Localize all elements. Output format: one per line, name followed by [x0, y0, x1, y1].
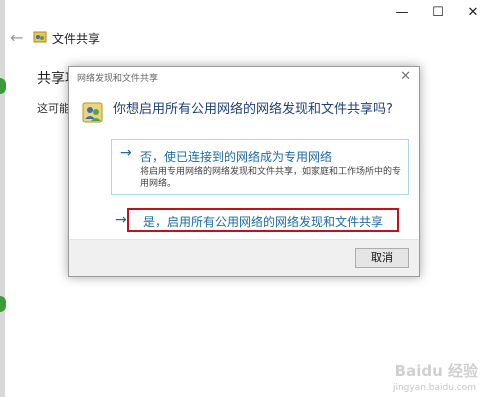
left-edge-marker	[0, 296, 6, 312]
arrow-right-icon: →	[120, 145, 132, 161]
private-network-option[interactable]: → 否，使已连接到的网络成为专用网络 将启用专用网络的网络发现和文件共享，如家庭…	[111, 139, 409, 195]
background-heading: 共享项	[37, 71, 69, 87]
close-icon[interactable]: ✕	[400, 69, 411, 84]
enable-public-sharing-option[interactable]: 是，启用所有公用网络的网络发现和文件共享	[127, 208, 399, 232]
watermark: Baidu 经验	[394, 362, 478, 380]
background-text: 这可能是	[37, 102, 69, 115]
network-discovery-dialog: 网络发现和文件共享 ✕ 你想启用所有公用网络的网络发现和文件共享吗? → 否，使…	[68, 66, 420, 277]
dialog-footer: 取消	[69, 239, 419, 276]
minimize-button[interactable]: —	[387, 4, 417, 22]
watermark-url: jingyan.baidu.com	[392, 383, 476, 393]
back-arrow-icon[interactable]: ←	[10, 28, 23, 47]
network-share-icon	[33, 31, 47, 43]
dialog-title: 网络发现和文件共享	[77, 74, 159, 84]
option-public-label: 是，启用所有公用网络的网络发现和文件共享	[143, 215, 384, 229]
window-close-button[interactable]: ✕	[458, 4, 488, 22]
left-edge-strip	[0, 0, 5, 397]
dialog-question: 你想启用所有公用网络的网络发现和文件共享吗?	[113, 102, 393, 117]
option-private-label: 否，使已连接到的网络成为专用网络	[140, 150, 333, 164]
users-icon	[82, 102, 103, 123]
option-private-description: 将启用专用网络的网络发现和文件共享，如家庭和工作场所中的专用网络。	[140, 167, 402, 189]
left-edge-marker	[0, 78, 6, 94]
cancel-button[interactable]: 取消	[355, 248, 409, 268]
arrow-right-icon: →	[115, 212, 127, 228]
maximize-button[interactable]: ☐	[423, 4, 453, 22]
window-title: 文件共享	[52, 32, 101, 46]
